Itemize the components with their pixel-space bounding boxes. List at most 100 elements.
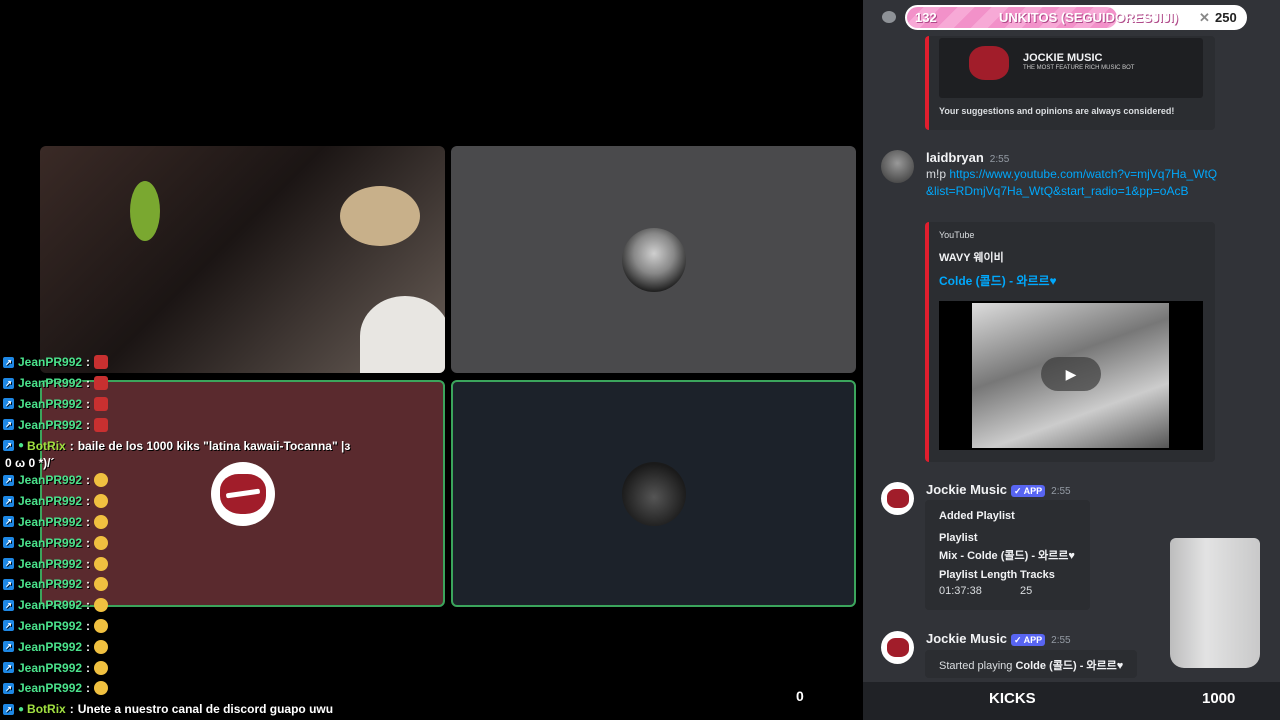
video-thumbnail[interactable]: ▶ xyxy=(939,301,1203,450)
chat-separator: : xyxy=(86,473,91,488)
jockie-avatar[interactable] xyxy=(881,631,914,664)
play-icon[interactable]: ▶ xyxy=(1041,357,1101,391)
chat-username[interactable]: JeanPR992 xyxy=(18,557,82,571)
chat-separator: : xyxy=(69,702,74,717)
kick-badge-icon: ↗ xyxy=(3,641,14,653)
chat-username[interactable]: JeanPR992 xyxy=(18,681,82,695)
webcam-tile xyxy=(40,146,445,373)
chat-separator: : xyxy=(86,355,91,370)
chat-separator: : xyxy=(86,556,91,571)
fist-emote-icon xyxy=(94,494,109,509)
message-author[interactable]: laidbryan 2:55 xyxy=(926,150,1009,165)
chat-text: Unete a nuestro canal de discord guapo u… xyxy=(77,702,334,717)
chat-separator: : xyxy=(86,514,91,529)
playlist-embed: Added Playlist Playlist Mix - Colde (콜드)… xyxy=(925,500,1090,610)
jockie-banner-embed: JOCKIE MUSIC THE MOST FEATURE RICH MUSIC… xyxy=(925,36,1215,130)
goal-target: 250 xyxy=(1215,10,1237,25)
fist-emote-icon xyxy=(94,514,109,529)
chat-username[interactable]: JeanPR992 xyxy=(18,619,82,633)
embed-author[interactable]: WAVY 웨이비 xyxy=(939,249,1004,265)
message-author[interactable]: Jockie Music ✓ APP 2:55 xyxy=(926,631,1071,646)
fist-emote-icon xyxy=(94,473,109,488)
chat-message: ↗ JeanPR992: xyxy=(0,553,360,574)
chat-separator: : xyxy=(86,660,91,675)
jockie-banner: JOCKIE MUSIC THE MOST FEATURE RICH MUSIC… xyxy=(939,38,1203,98)
youtube-link[interactable]: https://www.youtube.com/watch?v=mjVq7Ha_… xyxy=(926,167,1217,198)
chat-username[interactable]: JeanPR992 xyxy=(18,536,82,550)
kick-badge-icon: ↗ xyxy=(3,440,14,452)
kick-badge-icon: ↗ xyxy=(3,599,14,611)
chat-username[interactable]: JeanPR992 xyxy=(18,376,82,390)
chat-text: baile de los 1000 kiks "latina kawaii-To… xyxy=(77,438,351,453)
banner-subtitle: THE MOST FEATURE RICH MUSIC BOT xyxy=(1023,65,1135,71)
chat-message: ↗ JeanPR992: xyxy=(0,352,360,373)
fist-emote-icon xyxy=(94,639,109,654)
now-playing-label: Started playing xyxy=(939,660,1013,672)
chat-message: ↗ JeanPR992: xyxy=(0,616,360,637)
kick-badge-icon: ↗ xyxy=(3,682,14,694)
chat-username[interactable]: JeanPR992 xyxy=(18,494,82,508)
participant-tile-4[interactable] xyxy=(451,380,856,607)
chat-username[interactable]: JeanPR992 xyxy=(18,355,82,369)
chat-separator: : xyxy=(86,618,91,633)
jockie-logo-icon xyxy=(969,46,1009,80)
app-badge: ✓ APP xyxy=(1010,485,1046,497)
chat-message: ↗ JeanPR992: xyxy=(0,657,360,678)
chat-message: ↗ ● BotRix: baile de los 1000 kiks "latina … xyxy=(0,435,360,456)
message-author[interactable]: Jockie Music ✓ APP 2:55 xyxy=(926,482,1071,497)
chat-username[interactable]: JeanPR992 xyxy=(18,473,82,487)
participant-tile-2[interactable] xyxy=(451,146,856,373)
chat-message: ↗ JeanPR992: xyxy=(0,394,360,415)
embed-footer: Your suggestions and opinions are always… xyxy=(939,106,1175,116)
chat-username[interactable]: JeanPR992 xyxy=(18,577,82,591)
follower-goal-bar: 132 UNKITOS (SEGUIDORESJIJI) ✕ 250 xyxy=(905,5,1247,30)
field-value: Mix - Colde (콜드) - 와르르♥ xyxy=(939,550,1075,562)
red-face-emote-icon xyxy=(94,417,109,432)
fist-emote-icon xyxy=(94,618,109,633)
fist-emote-icon xyxy=(94,660,109,675)
banner-title: JOCKIE MUSIC xyxy=(1023,52,1103,64)
red-face-emote-icon xyxy=(94,376,109,391)
kicks-label: KICKS xyxy=(989,690,1036,707)
chat-separator: : xyxy=(86,396,91,411)
embed-provider: YouTube xyxy=(939,230,975,240)
kick-badge-icon: ↗ xyxy=(3,474,14,486)
chat-message: ↗ JeanPR992: xyxy=(0,532,360,553)
now-playing-song: Colde (콜드) - 와르르♥ xyxy=(1015,660,1124,672)
glass-overlay xyxy=(1170,538,1260,668)
embed-video-title[interactable]: Colde (콜드) - 와르르♥ xyxy=(939,272,1057,289)
chat-username[interactable]: JeanPR992 xyxy=(18,418,82,432)
user-avatar[interactable] xyxy=(881,150,914,183)
jockie-avatar[interactable] xyxy=(881,482,914,515)
fist-emote-icon xyxy=(94,535,109,550)
chat-username[interactable]: JeanPR992 xyxy=(18,397,82,411)
red-face-emote-icon xyxy=(94,355,109,370)
chat-separator: : xyxy=(86,639,91,654)
chat-separator: : xyxy=(86,417,91,432)
kicks-target: 1000 xyxy=(1202,690,1236,707)
youtube-embed: YouTube WAVY 웨이비 Colde (콜드) - 와르르♥ ▶ xyxy=(925,222,1215,462)
chat-separator: : xyxy=(86,494,91,509)
chat-username[interactable]: JeanPR992 xyxy=(18,598,82,612)
fist-emote-icon xyxy=(94,598,109,613)
red-face-emote-icon xyxy=(94,396,109,411)
app-badge: ✓ APP xyxy=(1010,634,1046,646)
verified-icon: ● xyxy=(18,440,25,452)
kick-badge-icon: ↗ xyxy=(3,356,14,368)
chat-username[interactable]: JeanPR992 xyxy=(18,661,82,675)
chat-message: ↗ JeanPR992: xyxy=(0,574,360,595)
kick-badge-icon: ↗ xyxy=(3,398,14,410)
kicks-current: 0 xyxy=(796,688,804,704)
participant-avatar xyxy=(621,461,686,526)
chat-username[interactable]: BotRix xyxy=(27,702,66,716)
chat-username[interactable]: JeanPR992 xyxy=(18,515,82,529)
kick-badge-icon: ↗ xyxy=(3,558,14,570)
chat-separator: : xyxy=(86,598,91,613)
chat-username[interactable]: JeanPR992 xyxy=(18,640,82,654)
verified-icon: ● xyxy=(18,703,25,715)
close-icon[interactable]: ✕ xyxy=(1199,10,1210,26)
field-label: Playlist xyxy=(939,532,978,544)
chat-username[interactable]: BotRix xyxy=(27,439,66,453)
kick-badge-icon: ↗ xyxy=(3,620,14,632)
chat-separator: : xyxy=(86,535,91,550)
